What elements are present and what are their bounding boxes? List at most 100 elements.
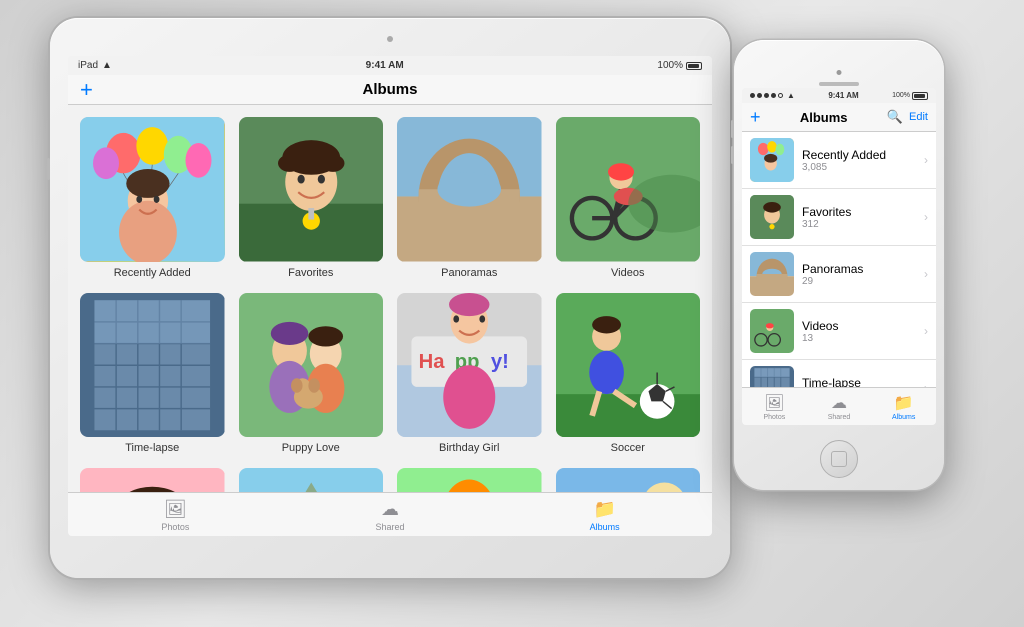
ipad-album-thumb-panoramas [397, 117, 542, 262]
ipad-album-thumb-videos [556, 117, 701, 262]
iphone-photos-icon: 🖼 [764, 393, 784, 413]
ipad-album-image-puppylove [239, 293, 384, 438]
ipad-album-favorites[interactable]: Favorites [239, 117, 384, 279]
ipad-album-image-recently-added [80, 117, 225, 262]
ipad-album-image-mountains [239, 468, 384, 492]
ipad-time: 9:41 AM [366, 60, 404, 71]
iphone-list-item-panoramas[interactable]: Panoramas 29 › [742, 246, 936, 303]
ipad-device: iPad ▲ 9:41 AM 100% + Albums [50, 18, 730, 578]
ipad-album-soccer[interactable]: Soccer [556, 293, 701, 455]
iphone-signal: ▲ [750, 91, 795, 100]
iphone-list-info-favorites: Favorites 312 [802, 205, 916, 230]
iphone-tab-albums-label: Albums [892, 414, 915, 421]
iphone-add-button[interactable]: + [750, 108, 761, 126]
iphone-list-item-recently-added[interactable]: Recently Added 3,085 › [742, 132, 936, 189]
ipad-album-label-soccer: Soccer [611, 442, 645, 454]
ipad-albums-icon: 📁 [593, 499, 615, 520]
iphone-device: ▲ 9:41 AM 100% + Albums 🔍 [734, 40, 944, 490]
ipad-album-recently-added[interactable]: Recently Added [80, 117, 225, 279]
ipad-album-timelapse[interactable]: Time-lapse [80, 293, 225, 455]
ipad-wifi-icon: ▲ [102, 60, 112, 71]
ipad-album-extra[interactable] [556, 468, 701, 492]
ipad-album-image-birthdaygirl: Ha pp y! [397, 293, 542, 438]
ipad-album-mountains[interactable] [239, 468, 384, 492]
iphone-tab-photos[interactable]: 🖼 Photos [742, 391, 807, 423]
iphone-battery-text: 100% [892, 92, 910, 99]
iphone-shared-icon: ☁ [831, 393, 847, 413]
ipad-album-videos[interactable]: Videos [556, 117, 701, 279]
iphone-list-name-timelapse: Time-lapse [802, 376, 916, 388]
iphone-battery-fill [914, 94, 925, 98]
iphone-tab-photos-label: Photos [763, 414, 785, 421]
iphone-list-name-recently-added: Recently Added [802, 148, 916, 162]
iphone-battery-icon [912, 92, 928, 100]
ipad-album-flower[interactable] [397, 468, 542, 492]
battery-fill [688, 64, 699, 68]
ipad-album-panoramas[interactable]: Panoramas [397, 117, 542, 279]
ipad-album-puppylove[interactable]: Puppy Love [239, 293, 384, 455]
ipad-album-thumb-selfie [80, 468, 225, 492]
ipad-album-label-puppylove: Puppy Love [282, 442, 340, 454]
ipad-tab-photos-label: Photos [161, 522, 189, 532]
iphone-list-info-videos: Videos 13 [802, 319, 916, 344]
ipad-main-content: Recently Added [68, 105, 712, 492]
iphone-chevron-panoramas: › [924, 267, 928, 281]
ipad-side-button [47, 158, 50, 180]
iphone-tab-shared[interactable]: ☁ Shared [807, 391, 872, 423]
ipad-album-label-panoramas: Panoramas [441, 267, 497, 279]
iphone-list-count-panoramas: 29 [802, 276, 916, 287]
iphone-list: Recently Added 3,085 › [742, 132, 936, 387]
svg-text:Ha: Ha [419, 351, 446, 373]
ipad-tabbar: 🖼 Photos ☁ Shared 📁 Albums [68, 492, 712, 536]
iphone-chevron-videos: › [924, 324, 928, 338]
ipad-album-image-timelapse [80, 293, 225, 438]
iphone-list-item-videos[interactable]: Videos 13 › [742, 303, 936, 360]
ipad-device-label: iPad [78, 60, 98, 71]
ipad-album-label-videos: Videos [611, 267, 644, 279]
ipad-album-thumb-flower [397, 468, 542, 492]
iphone-edit-button[interactable]: Edit [909, 111, 928, 123]
ipad-tab-albums[interactable]: 📁 Albums [497, 497, 712, 534]
ipad-album-label-birthdaygirl: Birthday Girl [439, 442, 500, 454]
ipad-shared-icon: ☁ [381, 499, 399, 520]
ipad-album-label-favorites: Favorites [288, 267, 333, 279]
ipad-add-button[interactable]: + [80, 79, 93, 101]
signal-dot-2 [757, 93, 762, 98]
ipad-album-image-panoramas [397, 117, 542, 262]
iphone-list-count-favorites: 312 [802, 219, 916, 230]
ipad-tab-shared-label: Shared [375, 522, 404, 532]
ipad-album-image-selfie [80, 468, 225, 492]
iphone-list-item-timelapse[interactable]: Time-lapse 24 › [742, 360, 936, 387]
scene: iPad ▲ 9:41 AM 100% + Albums [0, 0, 1024, 627]
iphone-navbar-title: Albums [800, 110, 848, 125]
ipad-album-image-flower [397, 468, 542, 492]
ipad-tab-photos[interactable]: 🖼 Photos [68, 497, 283, 534]
ipad-album-label-recently-added: Recently Added [114, 267, 191, 279]
iphone-vol-up [731, 120, 734, 138]
signal-dot-1 [750, 93, 755, 98]
iphone-tab-albums[interactable]: 📁 Albums [871, 391, 936, 423]
ipad-photos-icon: 🖼 [164, 499, 187, 520]
ipad-camera [387, 36, 393, 42]
ipad-album-birthdaygirl[interactable]: Ha pp y! [397, 293, 542, 455]
iphone-list-info-timelapse: Time-lapse 24 [802, 376, 916, 388]
ipad-album-thumb-puppylove [239, 293, 384, 438]
iphone-tabbar: 🖼 Photos ☁ Shared 📁 Albums [742, 387, 936, 425]
iphone-camera [837, 70, 842, 75]
ipad-navbar-title: Albums [362, 81, 417, 98]
ipad-battery-label: 100% [657, 60, 683, 71]
ipad-tab-shared[interactable]: ☁ Shared [283, 497, 498, 534]
ipad-album-image-videos [556, 117, 701, 262]
ipad-statusbar-left: iPad ▲ [78, 60, 112, 71]
ipad-album-thumb-favorites [239, 117, 384, 262]
iphone-time: 9:41 AM [828, 91, 858, 100]
iphone-chevron-recently-added: › [924, 153, 928, 167]
iphone-home-button[interactable] [820, 440, 858, 478]
iphone-chevron-favorites: › [924, 210, 928, 224]
iphone-screen: ▲ 9:41 AM 100% + Albums 🔍 [742, 88, 936, 425]
ipad-album-thumb-recently-added [80, 117, 225, 262]
iphone-list-item-favorites[interactable]: Favorites 312 › [742, 189, 936, 246]
iphone-search-button[interactable]: 🔍 [887, 109, 903, 125]
ipad-album-selfie[interactable] [80, 468, 225, 492]
ipad-album-image-extra [556, 468, 701, 492]
